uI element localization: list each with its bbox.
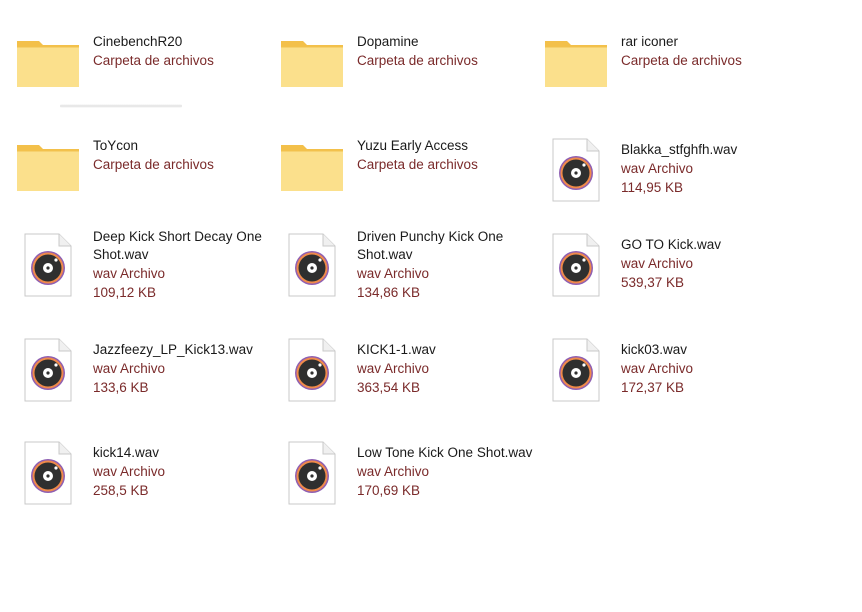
file-type: wav Archivo	[357, 464, 430, 479]
file-size: 170,69 KB	[357, 483, 421, 498]
folder-tile[interactable]: Dopamine Carpeta de archivos	[279, 33, 537, 123]
file-type: Carpeta de archivos	[357, 53, 478, 68]
audio-file-icon	[15, 440, 81, 506]
file-type: wav Archivo	[621, 161, 694, 176]
file-details: wav Archivo 134,86 KB	[357, 264, 429, 302]
file-tile[interactable]: Driven Punchy Kick One Shot.wav wav Archi…	[279, 229, 537, 322]
file-details: wav Archivo 170,69 KB	[357, 462, 429, 500]
file-name: Driven Punchy Kick One Shot.wav	[357, 229, 504, 262]
folder-tile[interactable]: Yuzu Early Access Carpeta de archivos	[279, 137, 537, 227]
file-name: kick14.wav	[93, 445, 160, 460]
file-tile[interactable]: KICK1-1.wav wav Archivo 363,54 KB	[279, 337, 537, 427]
file-size: 539,37 KB	[621, 275, 685, 290]
file-type: wav Archivo	[93, 361, 166, 376]
audio-file-icon	[543, 137, 609, 203]
folder-icon	[279, 33, 345, 99]
file-name: KICK1-1.wav	[357, 342, 436, 357]
file-details: Carpeta de archivos	[621, 51, 742, 70]
file-tile[interactable]: Blakka_stfghfh.wavwav Archivo 114,95 KB	[543, 137, 801, 227]
file-details: Carpeta de archivos	[357, 155, 478, 174]
file-tile[interactable]: kick14.wav wav Archivo 258,5 KB	[15, 440, 273, 530]
file-size: 109,12 KB	[93, 285, 157, 300]
file-details: Carpeta de archivos	[93, 155, 214, 174]
audio-file-icon	[15, 337, 81, 403]
folder-icon	[15, 33, 81, 99]
file-details: wav Archivo 114,95 KB	[621, 159, 693, 197]
file-details: Carpeta de archivos	[93, 51, 214, 70]
file-name: CinebenchR20	[93, 34, 183, 49]
file-details: Carpeta de archivos	[357, 51, 478, 70]
file-type: wav Archivo	[93, 266, 166, 281]
folder-icon	[15, 137, 81, 203]
file-tile[interactable]: GO TO Kick.wav wav Archivo 539,37 KB	[543, 232, 801, 322]
file-name: ToYcon	[93, 138, 139, 153]
file-type: Carpeta de archivos	[93, 53, 214, 68]
folder-tile[interactable]: ToYcon Carpeta de archivos	[15, 137, 273, 227]
folder-tile[interactable]: rar iconer Carpeta de archivos	[543, 33, 801, 123]
file-name: Blakka_stfghfh.wav	[621, 142, 738, 157]
file-tile[interactable]: kick03.wav wav Archivo 172,37 KB	[543, 337, 801, 427]
file-size: 258,5 KB	[93, 483, 149, 498]
file-size: 363,54 KB	[357, 380, 421, 395]
file-type: Carpeta de archivos	[357, 157, 478, 172]
file-name: rar iconer	[621, 34, 679, 49]
file-type: wav Archivo	[357, 266, 430, 281]
file-details: wav Archivo 133,6 KB	[93, 359, 165, 397]
file-details: wav Archivo 109,12 KB	[93, 264, 165, 302]
file-name: Yuzu Early Access	[357, 138, 469, 153]
audio-file-icon	[279, 440, 345, 506]
folder-icon	[543, 33, 609, 99]
file-tile[interactable]: Deep Kick Short Decay One Shot.wav wav Ar…	[15, 229, 273, 322]
audio-file-icon	[543, 337, 609, 403]
file-details: wav Archivo 172,37 KB	[621, 359, 693, 397]
audio-file-icon	[543, 232, 609, 298]
file-tile[interactable]: Jazzfeezy_LP_Kick13.wavwav Archivo 133,6 …	[15, 337, 273, 427]
file-details: wav Archivo 258,5 KB	[93, 462, 165, 500]
file-type: wav Archivo	[621, 256, 694, 271]
audio-file-icon	[15, 232, 81, 298]
file-type: Carpeta de archivos	[621, 53, 742, 68]
file-type: Carpeta de archivos	[93, 157, 214, 172]
file-type: wav Archivo	[621, 361, 694, 376]
file-size: 133,6 KB	[93, 380, 149, 395]
folder-icon	[279, 137, 345, 203]
divider	[60, 104, 182, 108]
file-name: Dopamine	[357, 34, 419, 49]
file-name: kick03.wav	[621, 342, 688, 357]
explorer-view: { "files": [ {"name":"CinebenchR20","typ…	[0, 0, 862, 612]
file-name: Low Tone Kick One Shot.wav	[357, 445, 533, 460]
file-name: GO TO Kick.wav	[621, 237, 722, 252]
file-name: Deep Kick Short Decay One Shot.wav	[93, 229, 262, 262]
file-details: wav Archivo 539,37 KB	[621, 254, 693, 292]
file-size: 114,95 KB	[621, 180, 684, 195]
audio-file-icon	[279, 232, 345, 298]
folder-tile[interactable]: CinebenchR20 Carpeta de archivos	[15, 33, 273, 123]
file-tile[interactable]: Low Tone Kick One Shot.wav wav Archivo 170…	[279, 440, 537, 530]
file-type: wav Archivo	[93, 464, 166, 479]
file-size: 134,86 KB	[357, 285, 421, 300]
file-type: wav Archivo	[357, 361, 430, 376]
file-name: Jazzfeezy_LP_Kick13.wav	[93, 342, 253, 357]
audio-file-icon	[279, 337, 345, 403]
file-size: 172,37 KB	[621, 380, 685, 395]
file-details: wav Archivo 363,54 KB	[357, 359, 429, 397]
